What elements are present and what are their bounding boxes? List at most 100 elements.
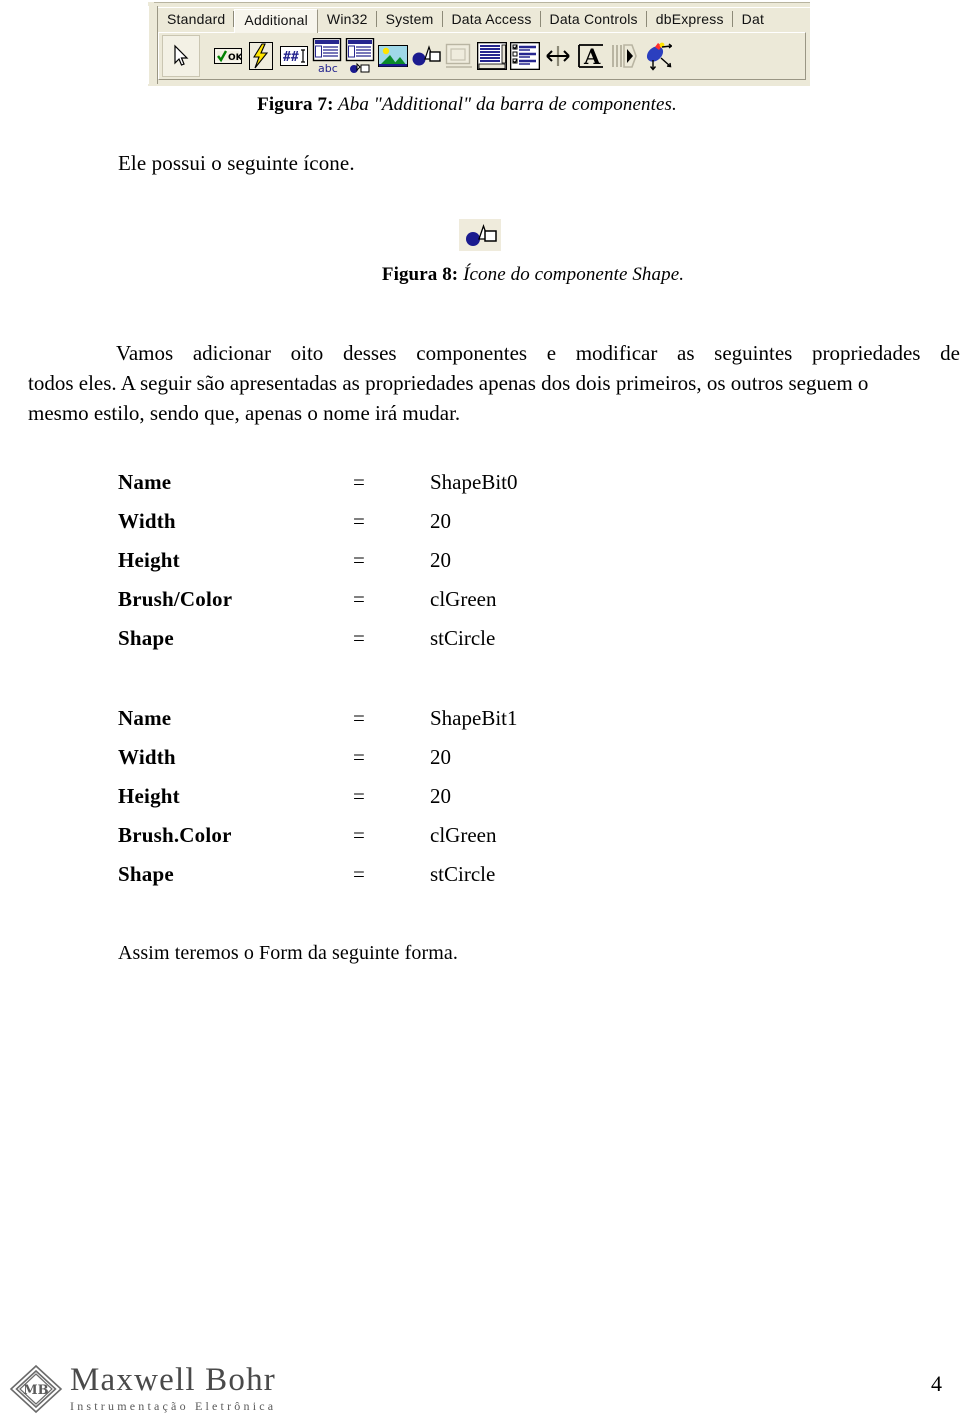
property-value: 20 xyxy=(430,784,451,808)
bevel-icon[interactable] xyxy=(443,36,474,76)
tab-data-controls[interactable]: Data Controls xyxy=(540,8,647,32)
property-equals: = xyxy=(353,470,365,494)
word: desses xyxy=(342,341,397,365)
tab-data-access[interactable]: Data Access xyxy=(442,8,541,32)
property-key: Name xyxy=(118,706,172,730)
paragraph-line-2: todos eles. A seguir são apresentadas as… xyxy=(28,371,869,395)
property-equals: = xyxy=(353,548,365,572)
property-value: ShapeBit0 xyxy=(430,470,518,494)
svg-text:OK: OK xyxy=(228,53,242,63)
shape-icon[interactable] xyxy=(410,36,441,76)
scrollbox-icon[interactable] xyxy=(476,36,507,76)
property-equals: = xyxy=(353,706,365,730)
property-row: Height = 20 xyxy=(118,548,518,587)
maxwell-bohr-logo-mark: MB xyxy=(9,1364,63,1414)
word: componentes xyxy=(416,341,528,365)
property-key: Name xyxy=(118,470,172,494)
property-value: clGreen xyxy=(430,587,497,611)
tab-label: Dat xyxy=(741,11,765,27)
property-key: Brush/Color xyxy=(118,587,233,611)
property-key: Width xyxy=(118,745,176,769)
footer-logo-subtitle: Instrumentação Eletrônica xyxy=(70,1399,277,1413)
splitter-icon[interactable] xyxy=(542,36,573,76)
maskedit-icon[interactable]: ## xyxy=(278,36,309,76)
figure8-caption-prefix: Figura 8: xyxy=(381,264,459,285)
word: oito xyxy=(290,341,324,365)
footer-logo-text: Maxwell Bohr Instrumentação Eletrônica xyxy=(70,1364,276,1414)
controlbar-icon[interactable] xyxy=(608,36,639,76)
logo-monogram: MB xyxy=(23,1383,48,1398)
property-row: Brush.Color = clGreen xyxy=(118,823,518,862)
property-value: 20 xyxy=(430,745,451,769)
main-paragraph: Vamos adicionar oito desses componentes … xyxy=(28,338,960,428)
property-equals: = xyxy=(353,823,365,847)
word: propriedades xyxy=(811,341,921,365)
tab-label: Win32 xyxy=(326,11,368,27)
tab-additional[interactable]: Additional xyxy=(234,9,318,33)
document-page: { "figure7": { "caption_prefix": "Figura… xyxy=(0,0,960,1421)
property-equals: = xyxy=(353,784,365,808)
checklistbox-icon[interactable] xyxy=(509,36,540,76)
property-row: Name = ShapeBit0 xyxy=(118,470,518,509)
drawgrid-icon[interactable] xyxy=(344,36,375,76)
palette-drag-gripper[interactable] xyxy=(148,6,158,84)
tab-system[interactable]: System xyxy=(376,8,443,32)
statictext-icon[interactable]: A xyxy=(575,36,606,76)
property-list-shapebit0: Name = ShapeBit0 Width = 20 Height = 20 … xyxy=(118,470,518,665)
pointer-icon[interactable] xyxy=(162,35,200,77)
figure8-image xyxy=(459,219,501,251)
closing-paragraph: Assim teremos o Form da seguinte forma. xyxy=(118,942,458,964)
shape-component-icon xyxy=(459,219,501,251)
tab-label: Standard xyxy=(167,11,226,27)
property-row: Shape = stCircle xyxy=(118,862,518,901)
stringgrid-icon[interactable]: abc xyxy=(311,36,342,76)
property-key: Width xyxy=(118,509,176,533)
footer-logo-title: Maxwell Bohr xyxy=(70,1362,276,1398)
tab-label: System xyxy=(385,11,434,27)
property-row: Height = 20 xyxy=(118,784,518,823)
figure7-caption: Figura 7: Aba "Additional" da barra de c… xyxy=(0,94,947,116)
word: as xyxy=(677,341,695,365)
paragraph-line-1: Vamos adicionar oito desses componentes … xyxy=(28,338,960,368)
property-equals: = xyxy=(353,587,365,611)
tab-dbexpress[interactable]: dbExpress xyxy=(646,8,733,32)
tab-label: Data Access xyxy=(451,11,532,27)
tab-datasnap-clipped[interactable]: Dat xyxy=(732,8,765,32)
property-value: stCircle xyxy=(430,626,496,650)
property-row: Width = 20 xyxy=(118,509,518,548)
property-equals: = xyxy=(353,509,365,533)
property-key: Shape xyxy=(118,862,174,886)
property-value: stCircle xyxy=(430,862,496,886)
footer-divider xyxy=(0,1352,960,1353)
bitbtn-icon[interactable]: OK xyxy=(212,36,243,76)
property-key: Shape xyxy=(118,626,174,650)
property-row: Width = 20 xyxy=(118,745,518,784)
property-list-shapebit1: Name = ShapeBit1 Width = 20 Height = 20 … xyxy=(118,706,518,901)
applicationevents-icon[interactable] xyxy=(641,36,672,76)
tab-label: Data Controls xyxy=(549,11,638,27)
property-key: Brush.Color xyxy=(118,823,232,847)
word: modificar xyxy=(575,341,658,365)
svg-text:abc: abc xyxy=(318,62,338,74)
palette-icon-row: OK ## abc A xyxy=(158,32,806,80)
speedbutton-icon[interactable] xyxy=(245,36,276,76)
word: adicionar xyxy=(192,341,271,365)
svg-text:##: ## xyxy=(283,50,299,65)
property-key: Height xyxy=(118,784,180,808)
figure7-caption-prefix: Figura 7: xyxy=(257,94,334,115)
property-value: ShapeBit1 xyxy=(430,706,518,730)
figure7-image: Standard Additional Win32 System Data Ac… xyxy=(148,2,810,86)
word: de xyxy=(940,341,960,365)
image-icon[interactable] xyxy=(377,36,408,76)
tab-win32[interactable]: Win32 xyxy=(317,8,377,32)
intro-paragraph: Ele possui o seguinte ícone. xyxy=(118,151,355,175)
word: seguintes xyxy=(714,341,793,365)
tab-label: dbExpress xyxy=(655,11,724,27)
property-value: 20 xyxy=(430,548,451,572)
figure8-caption-text: Ícone do componente Shape. xyxy=(458,264,685,285)
tab-standard[interactable]: Standard xyxy=(158,8,235,32)
page-number: 4 xyxy=(931,1371,942,1396)
figure8-caption: Figura 8: Ícone do componente Shape. xyxy=(53,264,960,286)
palette-tabstrip: Standard Additional Win32 System Data Ac… xyxy=(158,7,765,33)
property-value: 20 xyxy=(430,509,451,533)
